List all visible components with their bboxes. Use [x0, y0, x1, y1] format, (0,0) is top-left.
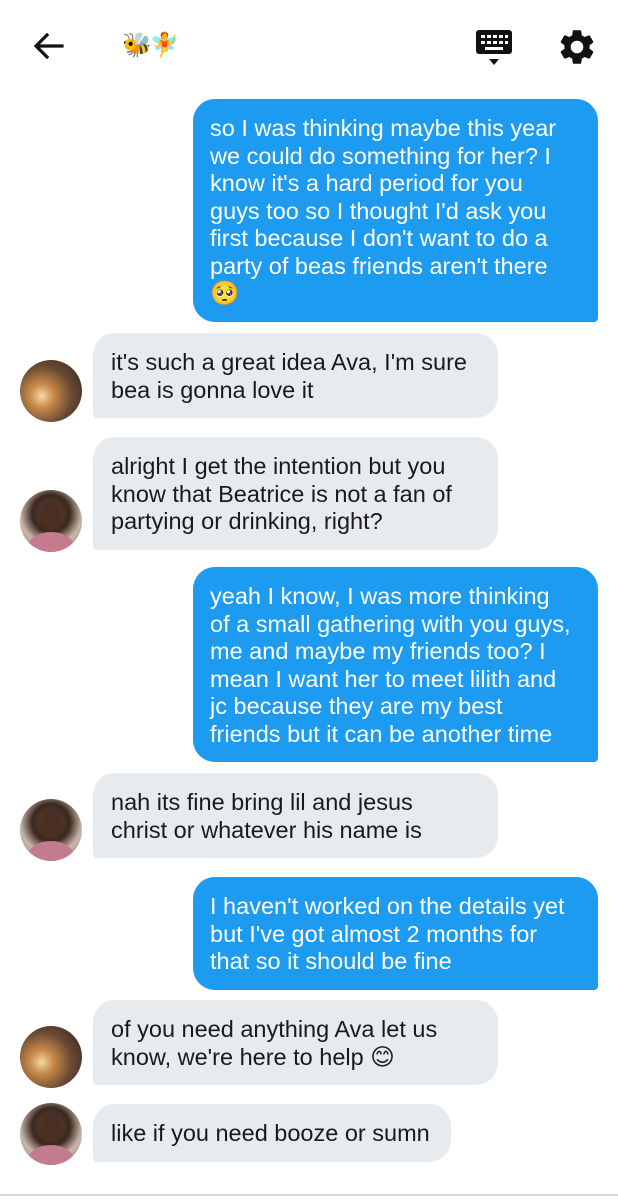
message-bubble-incoming[interactable]: of you need anything Ava let us know, we…	[93, 1000, 498, 1085]
message-bubble-outgoing[interactable]: yeah I know, I was more thinking of a sm…	[193, 567, 598, 762]
message-bubble-incoming[interactable]: nah its fine bring lil and jesus christ …	[93, 773, 498, 858]
keyboard-icon	[476, 30, 512, 65]
avatar[interactable]	[20, 1026, 82, 1088]
avatar[interactable]	[20, 360, 82, 422]
arrow-left-icon	[33, 32, 64, 60]
chat-header: 🐝🧚	[0, 0, 618, 92]
conversation-title[interactable]: 🐝🧚	[122, 28, 180, 64]
message-bubble-incoming[interactable]: like if you need booze or sumn	[93, 1104, 451, 1162]
message-bubble-incoming[interactable]: it's such a great idea Ava, I'm sure bea…	[93, 333, 498, 418]
message-bubble-outgoing[interactable]: so I was thinking maybe this year we cou…	[193, 99, 598, 322]
keyboard-toggle-button[interactable]	[472, 28, 516, 68]
back-button[interactable]	[28, 26, 68, 66]
avatar[interactable]	[20, 490, 82, 552]
avatar[interactable]	[20, 1103, 82, 1165]
gear-icon	[560, 30, 594, 64]
avatar[interactable]	[20, 799, 82, 861]
message-bubble-incoming[interactable]: alright I get the intention but you know…	[93, 437, 498, 550]
message-bubble-outgoing[interactable]: I haven't worked on the details yet but …	[193, 877, 598, 990]
settings-button[interactable]	[556, 26, 598, 68]
bottom-divider	[0, 1194, 618, 1196]
